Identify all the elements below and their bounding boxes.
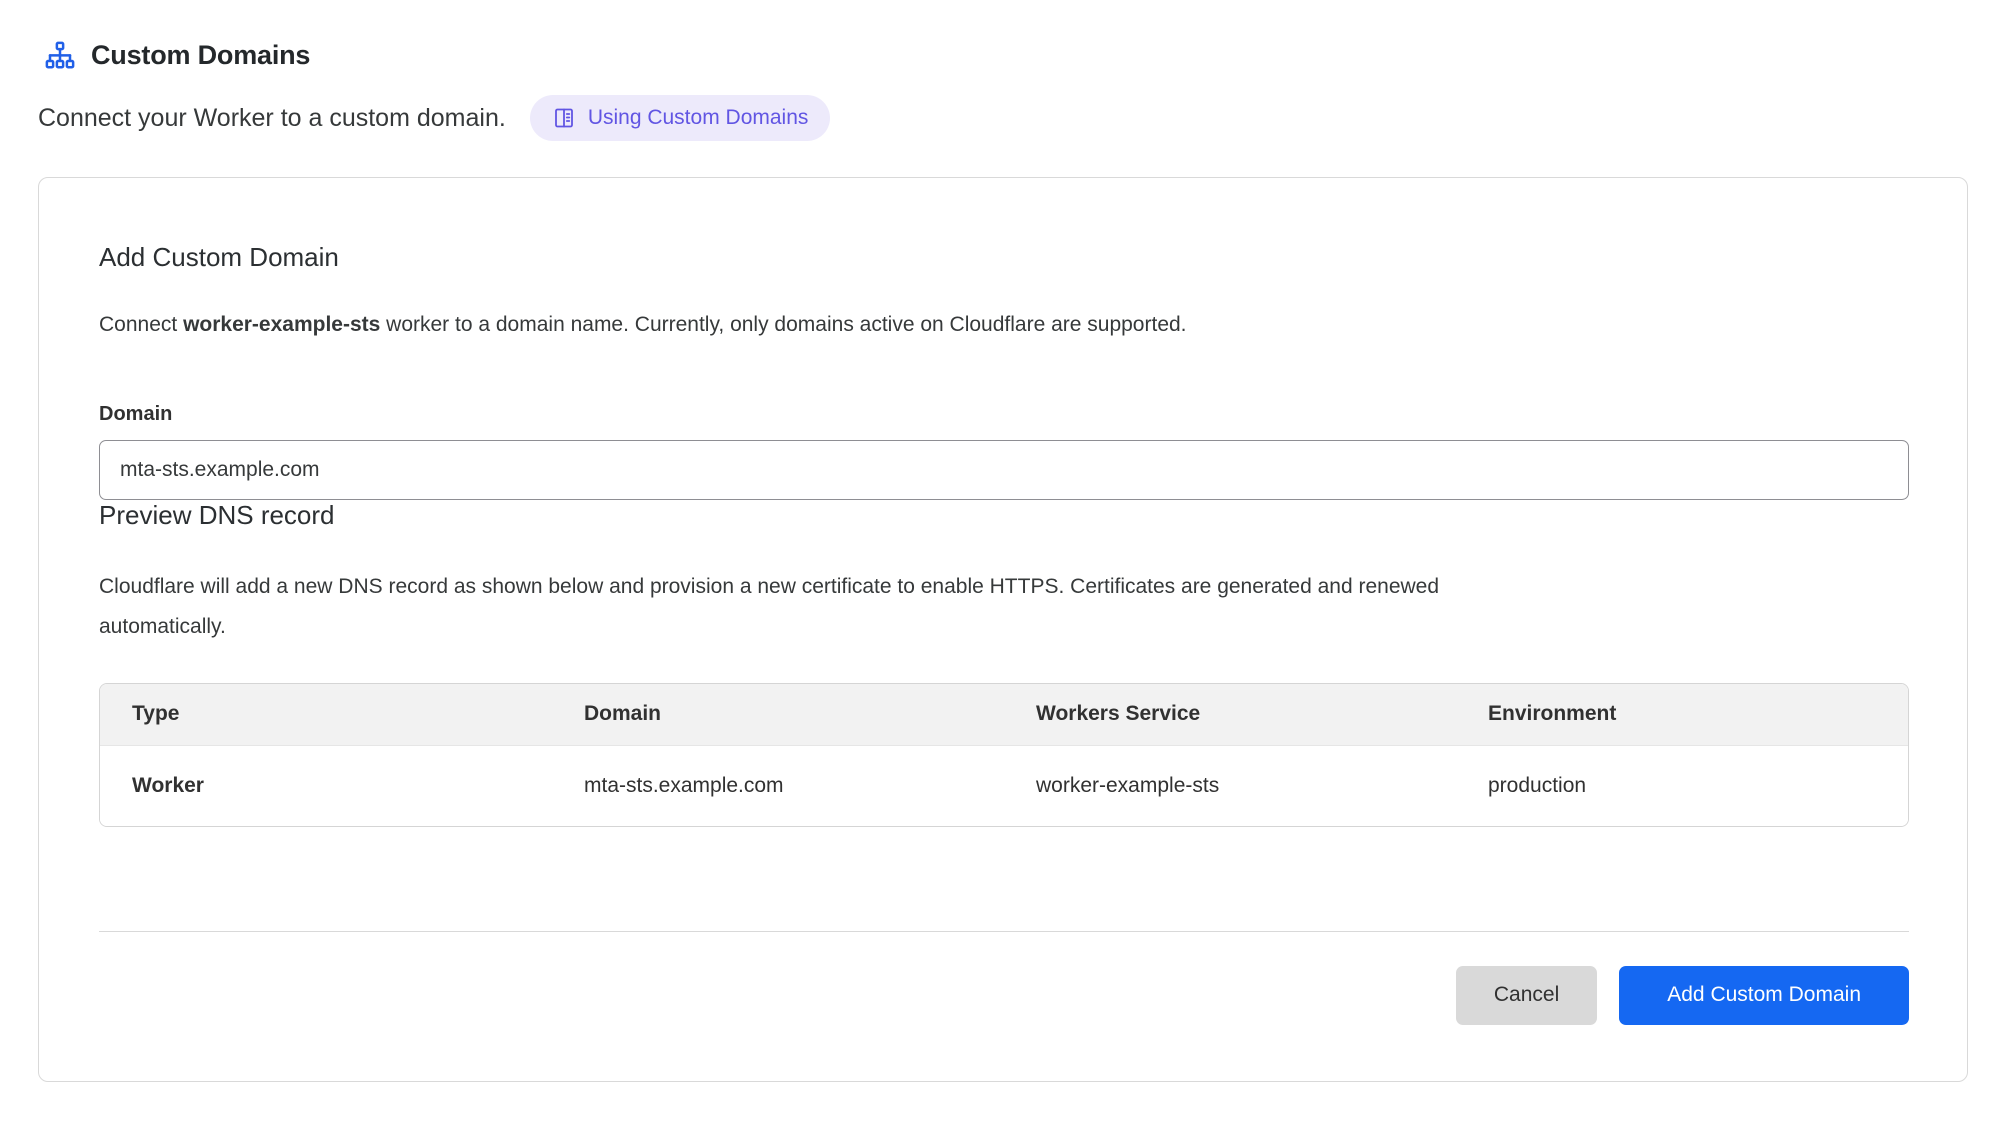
cell-type: Worker [100, 746, 552, 826]
sitemap-icon [45, 41, 75, 71]
preview-dns-description: Cloudflare will add a new DNS record as … [99, 567, 1529, 647]
page-header: Custom Domains [38, 40, 1999, 71]
column-header-domain: Domain [552, 684, 1004, 746]
page-subtitle: Connect your Worker to a custom domain. [38, 104, 506, 133]
docs-link[interactable]: Using Custom Domains [530, 95, 831, 141]
page-subtitle-row: Connect your Worker to a custom domain. … [38, 95, 1999, 141]
docs-link-label: Using Custom Domains [588, 106, 809, 130]
domain-input[interactable] [99, 440, 1909, 500]
custom-domains-page: Custom Domains Connect your Worker to a … [0, 0, 1999, 1082]
table-header-row: Type Domain Workers Service Environment [100, 684, 1908, 746]
add-custom-domain-button[interactable]: Add Custom Domain [1619, 966, 1909, 1025]
table-row: Worker mta-sts.example.com worker-exampl… [100, 746, 1908, 826]
page-title: Custom Domains [91, 40, 310, 71]
column-header-environment: Environment [1456, 684, 1908, 746]
panel-actions: Cancel Add Custom Domain [99, 966, 1909, 1025]
cell-workers-service: worker-example-sts [1004, 746, 1456, 826]
panel-description: Connect worker-example-sts worker to a d… [99, 313, 1907, 337]
column-header-workers-service: Workers Service [1004, 684, 1456, 746]
cancel-button[interactable]: Cancel [1456, 966, 1597, 1025]
preview-dns-heading: Preview DNS record [99, 500, 1907, 531]
column-header-type: Type [100, 684, 552, 746]
description-suffix: worker to a domain name. Currently, only… [380, 313, 1186, 336]
cell-domain: mta-sts.example.com [552, 746, 1004, 826]
description-prefix: Connect [99, 313, 183, 336]
add-custom-domain-panel: Add Custom Domain Connect worker-example… [38, 177, 1968, 1082]
domain-label: Domain [99, 403, 1907, 426]
dns-preview-table: Type Domain Workers Service Environment … [99, 683, 1909, 827]
open-book-icon [552, 106, 576, 130]
worker-name: worker-example-sts [183, 313, 380, 336]
footer-divider [99, 931, 1909, 932]
domain-field-group: Domain [99, 403, 1907, 500]
cell-environment: production [1456, 746, 1908, 826]
panel-heading: Add Custom Domain [99, 242, 1907, 273]
